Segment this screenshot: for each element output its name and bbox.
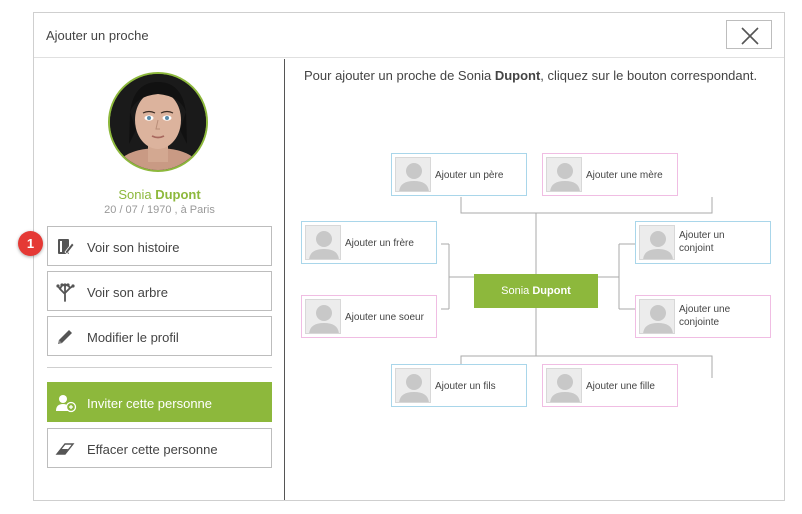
add-son-card[interactable]: Ajouter un fils — [391, 364, 527, 407]
placeholder-avatar — [639, 299, 675, 334]
pencil-icon — [58, 330, 72, 344]
add-relative-dialog: Ajouter un proche Sonia Dupont 20 / 07 /… — [33, 12, 785, 501]
step-badge: 1 — [18, 231, 43, 256]
placeholder-avatar — [395, 157, 431, 192]
add-brother-card[interactable]: Ajouter un frère — [301, 221, 437, 264]
dialog-header: Ajouter un proche — [34, 13, 784, 58]
center-last-name: Dupont — [532, 285, 571, 297]
edit-profile-button[interactable]: Modifier le profil — [47, 316, 272, 356]
placeholder-avatar — [546, 157, 582, 192]
menu-divider — [47, 367, 272, 368]
placeholder-avatar — [639, 225, 675, 260]
user-silhouette-icon — [399, 374, 429, 402]
view-story-button[interactable]: Voir son histoire — [47, 226, 272, 266]
dialog-title: Ajouter un proche — [46, 28, 149, 43]
add-wife-label: Ajouter une conjointe — [679, 304, 731, 328]
birth-info: 20 / 07 / 1970 , à Paris — [104, 204, 215, 216]
user-silhouette-icon — [399, 163, 429, 191]
profile-panel: Sonia Dupont 20 / 07 / 1970 , à Paris Vo… — [34, 59, 285, 500]
add-husband-label: Ajouter un conjoint — [679, 230, 725, 254]
eraser-icon — [55, 443, 75, 455]
view-story-label: Voir son histoire — [87, 240, 180, 255]
book-edit-icon — [58, 239, 75, 255]
close-icon — [741, 27, 759, 45]
family-tree-panel: Pour ajouter un proche de Sonia Dupont, … — [286, 59, 784, 500]
close-button[interactable] — [726, 20, 772, 49]
add-father-label: Ajouter un père — [435, 170, 504, 181]
profile-name: Sonia Dupont — [34, 187, 285, 202]
add-sister-card[interactable]: Ajouter une soeur — [301, 295, 437, 338]
placeholder-avatar — [305, 225, 341, 260]
tree-icon — [56, 283, 75, 302]
first-name: Sonia — [118, 187, 152, 202]
last-name: Dupont — [155, 187, 201, 202]
placeholder-avatar — [546, 368, 582, 403]
user-silhouette-icon — [550, 374, 580, 402]
user-silhouette-icon — [309, 231, 339, 259]
add-sister-label: Ajouter une soeur — [345, 312, 424, 323]
edit-profile-label: Modifier le profil — [87, 330, 179, 345]
add-daughter-card[interactable]: Ajouter une fille — [542, 364, 678, 407]
placeholder-avatar — [395, 368, 431, 403]
add-father-card[interactable]: Ajouter un père — [391, 153, 527, 196]
view-tree-label: Voir son arbre — [87, 285, 168, 300]
add-mother-label: Ajouter une mère — [586, 170, 663, 181]
center-person-node[interactable]: Sonia Dupont — [474, 274, 598, 308]
add-wife-card[interactable]: Ajouter une conjointe — [635, 295, 771, 338]
add-daughter-label: Ajouter une fille — [586, 381, 655, 392]
erase-person-label: Effacer cette personne — [87, 442, 218, 457]
erase-person-button[interactable]: Effacer cette personne — [47, 428, 272, 468]
user-silhouette-icon — [643, 305, 673, 333]
add-mother-card[interactable]: Ajouter une mère — [542, 153, 678, 196]
profile-photo — [110, 74, 206, 170]
add-brother-label: Ajouter un frère — [345, 238, 414, 249]
invite-person-button[interactable]: Inviter cette personne — [47, 382, 272, 422]
avatar — [108, 72, 208, 172]
user-add-icon — [56, 395, 77, 413]
center-first-name: Sonia — [501, 285, 533, 297]
add-husband-card[interactable]: Ajouter un conjoint — [635, 221, 771, 264]
user-silhouette-icon — [550, 163, 580, 191]
user-silhouette-icon — [643, 231, 673, 259]
user-silhouette-icon — [309, 305, 339, 333]
view-tree-button[interactable]: Voir son arbre — [47, 271, 272, 311]
placeholder-avatar — [305, 299, 341, 334]
invite-person-label: Inviter cette personne — [87, 396, 213, 411]
add-son-label: Ajouter un fils — [435, 381, 496, 392]
